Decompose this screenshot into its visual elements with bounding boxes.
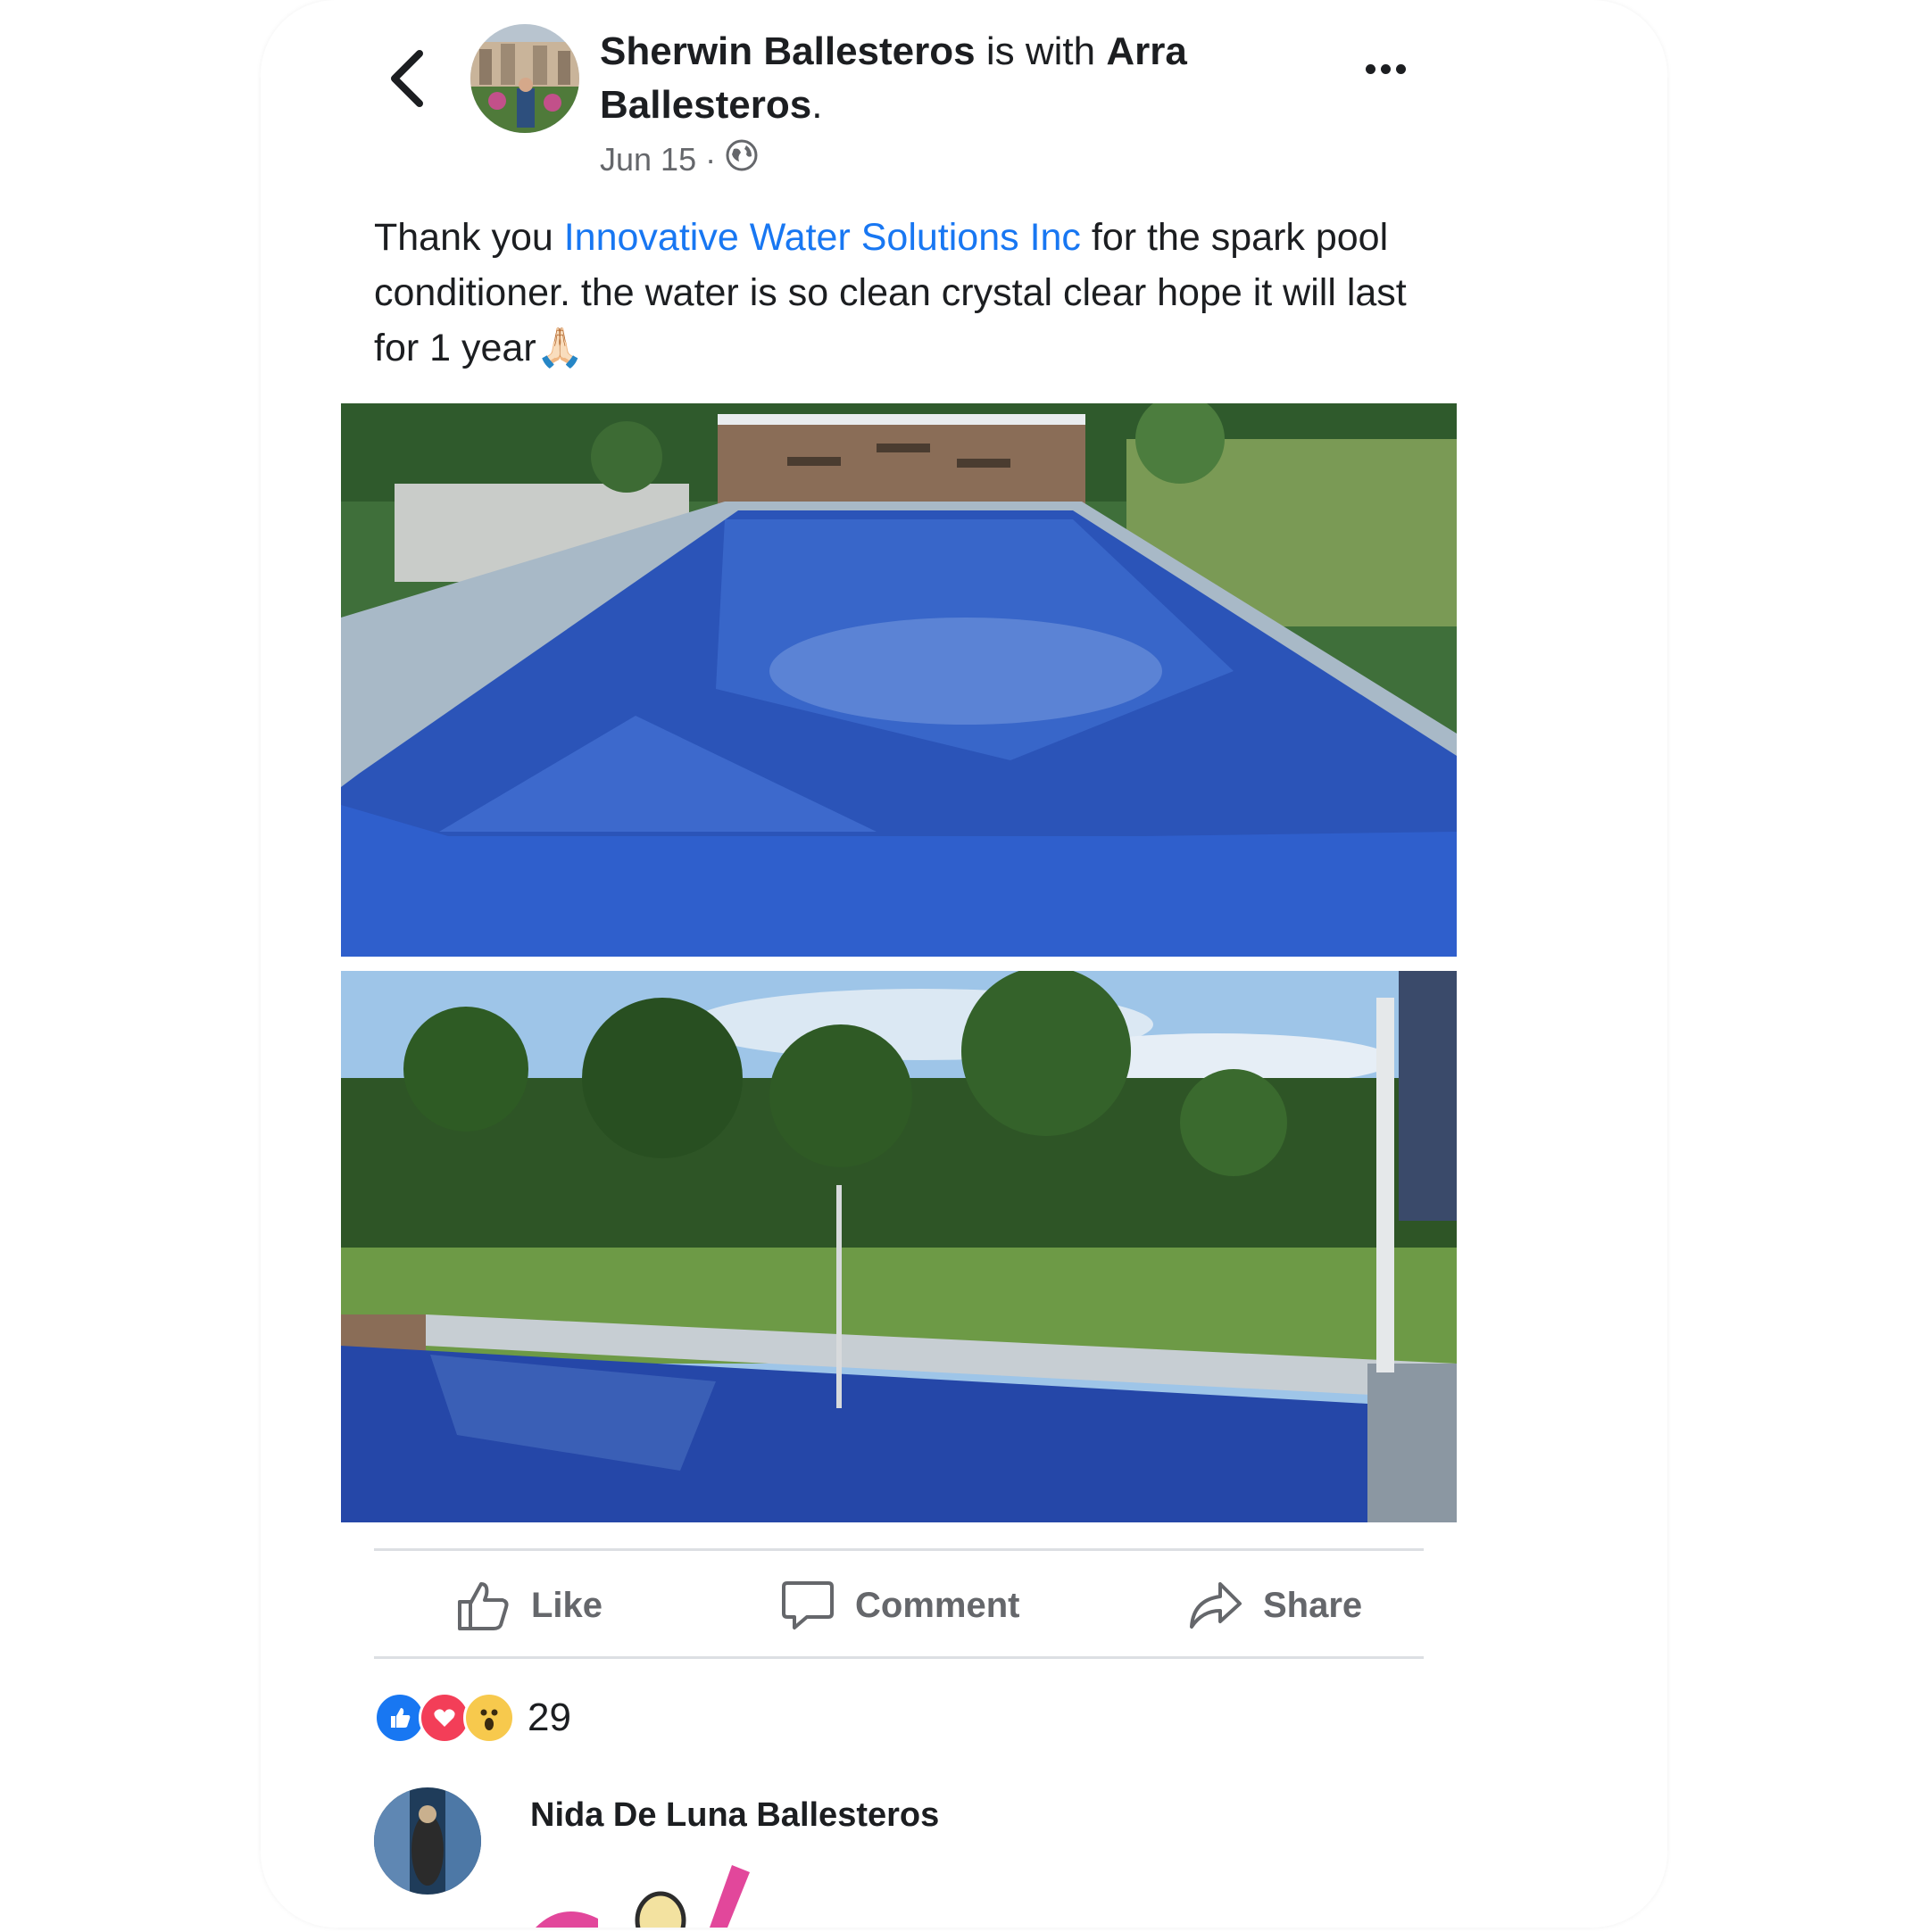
tagged-suffix: . bbox=[811, 83, 823, 127]
author-name[interactable]: Sherwin Ballesteros bbox=[600, 29, 976, 73]
post-date[interactable]: Jun 15 bbox=[600, 141, 696, 178]
share-arrow-icon bbox=[1190, 1582, 1242, 1629]
with-text: is with bbox=[985, 29, 1096, 73]
page-mention-link[interactable]: Innovative Water Solutions Inc bbox=[564, 216, 1081, 259]
divider-top bbox=[374, 1548, 1424, 1551]
divider-bottom bbox=[374, 1656, 1424, 1659]
comment-label: Comment bbox=[855, 1585, 1020, 1625]
wow-reaction-icon bbox=[463, 1692, 515, 1744]
author-avatar[interactable] bbox=[470, 24, 579, 133]
globe-icon bbox=[725, 138, 759, 180]
back-arrow-icon[interactable] bbox=[380, 46, 434, 111]
meta-separator: · bbox=[705, 140, 717, 178]
post-text-prefix: Thank you bbox=[374, 216, 564, 259]
share-button[interactable]: Share bbox=[1186, 1553, 1362, 1658]
like-button[interactable]: Like bbox=[454, 1553, 602, 1658]
reactions-summary[interactable]: 29 bbox=[374, 1691, 571, 1745]
commenter-avatar[interactable] bbox=[374, 1787, 481, 1895]
post-photo-pool[interactable] bbox=[341, 403, 1457, 957]
post-text: Thank you Innovative Water Solutions Inc… bbox=[374, 210, 1427, 376]
thumbs-up-icon bbox=[458, 1582, 509, 1630]
post-photo-field[interactable] bbox=[341, 971, 1457, 1522]
like-label: Like bbox=[531, 1585, 603, 1625]
post-meta: Jun 15 · bbox=[600, 138, 759, 180]
comment-sticker bbox=[527, 1865, 759, 1932]
post-action-bar: Like Comment Share bbox=[374, 1553, 1424, 1658]
comment-button[interactable]: Comment bbox=[780, 1553, 1019, 1658]
post-header-title: Sherwin Ballesteros is with Arra Ballest… bbox=[600, 25, 1278, 132]
reaction-count: 29 bbox=[528, 1696, 571, 1739]
more-options-icon[interactable] bbox=[1366, 62, 1419, 84]
share-label: Share bbox=[1263, 1585, 1363, 1625]
praying-hands-emoji: 🙏🏻 bbox=[536, 327, 585, 369]
comment-bubble-icon bbox=[782, 1581, 834, 1629]
commenter-name[interactable]: Nida De Luna Ballesteros bbox=[530, 1796, 939, 1835]
